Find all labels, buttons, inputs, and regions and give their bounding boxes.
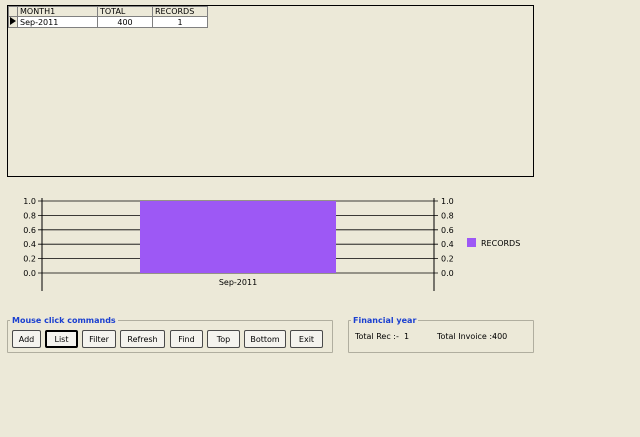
records-grid-panel: MONTH1 TOTAL RECORDS Sep-2011 400 1 [7, 5, 534, 177]
y-tick-label-right: 0.0 [441, 269, 454, 278]
legend-label: RECORDS [481, 239, 520, 248]
bottom-button[interactable]: Bottom [244, 330, 286, 348]
bar [140, 201, 336, 273]
column-header-records[interactable]: RECORDS [152, 6, 208, 17]
y-tick-label-right: 1.0 [441, 197, 454, 206]
y-tick-label-right: 0.6 [441, 226, 454, 235]
cell-month[interactable]: Sep-2011 [17, 16, 98, 28]
total-invoice-value: 400 [492, 332, 508, 341]
column-header-total[interactable]: TOTAL [97, 6, 153, 17]
exit-button[interactable]: Exit [290, 330, 323, 348]
y-tick-label-left: 0.8 [23, 211, 36, 220]
mouse-commands-legend: Mouse click commands [12, 316, 116, 325]
financial-year-legend: Financial year [353, 316, 417, 325]
table-row[interactable]: Sep-2011 400 1 [8, 16, 208, 28]
filter-button[interactable]: Filter [82, 330, 116, 348]
grid-header-row: MONTH1 TOTAL RECORDS [8, 6, 208, 17]
legend-swatch [467, 238, 476, 247]
total-rec-value: 1 [404, 332, 410, 341]
find-button[interactable]: Find [170, 330, 203, 348]
y-tick-label-left: 0.0 [23, 269, 36, 278]
y-tick-label-left: 1.0 [23, 197, 36, 206]
y-tick-label-left: 0.6 [23, 226, 36, 235]
records-chart: 1.0 1.0 0.8 0.8 0.6 0.6 0.4 0.4 0.2 0.2 0.0 0.0 Sep-… [23, 197, 520, 291]
add-button[interactable]: Add [12, 330, 41, 348]
total-invoice-label: Total Invoice :- [437, 332, 495, 341]
top-button[interactable]: Top [207, 330, 240, 348]
row-pointer-icon [8, 16, 18, 28]
grid-header-indicator [8, 6, 18, 17]
cell-total[interactable]: 400 [97, 16, 153, 28]
y-tick-label-right: 0.4 [441, 240, 454, 249]
y-tick-label-right: 0.2 [441, 255, 454, 264]
y-tick-label-left: 0.2 [23, 255, 36, 264]
refresh-button[interactable]: Refresh [120, 330, 165, 348]
total-rec-label: Total Rec :- [355, 332, 399, 341]
y-tick-label-left: 0.4 [23, 240, 36, 249]
column-header-month[interactable]: MONTH1 [17, 6, 98, 17]
list-button[interactable]: List [45, 330, 78, 348]
x-tick-label: Sep-2011 [219, 278, 257, 287]
records-grid[interactable]: MONTH1 TOTAL RECORDS Sep-2011 400 1 [8, 6, 208, 28]
cell-records[interactable]: 1 [152, 16, 208, 28]
y-tick-label-right: 0.8 [441, 211, 454, 220]
